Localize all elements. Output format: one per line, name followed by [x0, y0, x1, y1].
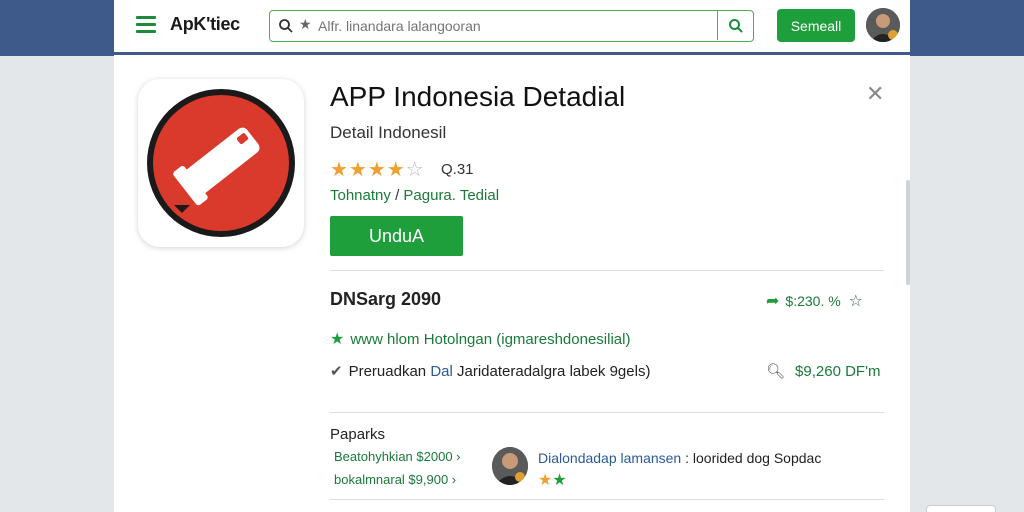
star-icon: ★	[330, 331, 345, 348]
app-title: APP Indonesia Detadial	[330, 81, 626, 112]
price-top: ➦ $:230. % ☆	[766, 293, 864, 310]
star-icon: ★	[299, 16, 312, 32]
price-bottom: 🔍︎ $9,260 DF'm	[766, 363, 881, 380]
site-logo[interactable]: ApK'tiec	[170, 14, 240, 35]
left-background	[0, 56, 114, 512]
breadcrumb-item[interactable]: Tohnatny	[330, 187, 391, 204]
user-avatar[interactable]	[866, 8, 900, 42]
search-input[interactable]	[318, 15, 718, 37]
feature-item: ✔ Preruadkan Dal Jaridateradalgra labek 9…	[330, 363, 651, 380]
app-subtitle: Detail Indonesil	[330, 123, 447, 142]
reviewer-avatar	[492, 447, 528, 485]
review-text: Dialondadap lamansen : loorided dog Sopd…	[538, 450, 822, 466]
reviewer-name[interactable]: Dialondadap lamansen	[538, 450, 681, 466]
app-detail-card: APP Indonesia Detadial Detail Indonesil …	[114, 55, 910, 512]
check-icon: ✔	[330, 363, 343, 380]
divider	[330, 412, 884, 413]
feature-link[interactable]: ★ www hlom Hotolngan (igmareshdonesilial)	[330, 329, 630, 349]
share-arrow-icon[interactable]: ➦	[766, 293, 779, 310]
favorite-star-icon[interactable]: ☆	[849, 293, 863, 310]
search-bar: ★	[269, 10, 754, 42]
tag-icon: 🔍︎	[766, 363, 786, 380]
right-background	[910, 56, 1024, 512]
list-item[interactable]: Beatohyhkian $2000 ›	[334, 449, 460, 464]
corner-tab[interactable]	[926, 505, 996, 512]
close-icon[interactable]: ✕	[866, 81, 884, 107]
search-button-icon	[728, 18, 743, 33]
divider	[330, 499, 884, 500]
list-item[interactable]: bokalmnaral $9,900 ›	[334, 472, 456, 487]
app-icon	[138, 79, 304, 247]
rating-value: Q.31	[441, 161, 474, 178]
download-button[interactable]: UnduA	[330, 216, 463, 256]
review-stars: ★★	[538, 472, 567, 489]
rating-stars: ★★★★☆	[330, 159, 425, 181]
breadcrumb-item[interactable]: Pagura. Tedial	[403, 187, 499, 204]
site-header: ApK'tiec ★ Semeall	[114, 0, 910, 52]
search-button[interactable]	[717, 11, 753, 40]
login-button[interactable]: Semeall	[777, 9, 855, 42]
search-icon	[279, 19, 293, 33]
reviews-heading: Paparks	[330, 426, 386, 443]
scrollbar[interactable]	[906, 180, 910, 285]
hamburger-menu-icon[interactable]	[136, 16, 156, 34]
breadcrumb: Tohnatny / Pagura. Tedial	[330, 187, 500, 204]
divider	[330, 270, 884, 271]
section-title: DNSarg 2090	[330, 289, 442, 309]
